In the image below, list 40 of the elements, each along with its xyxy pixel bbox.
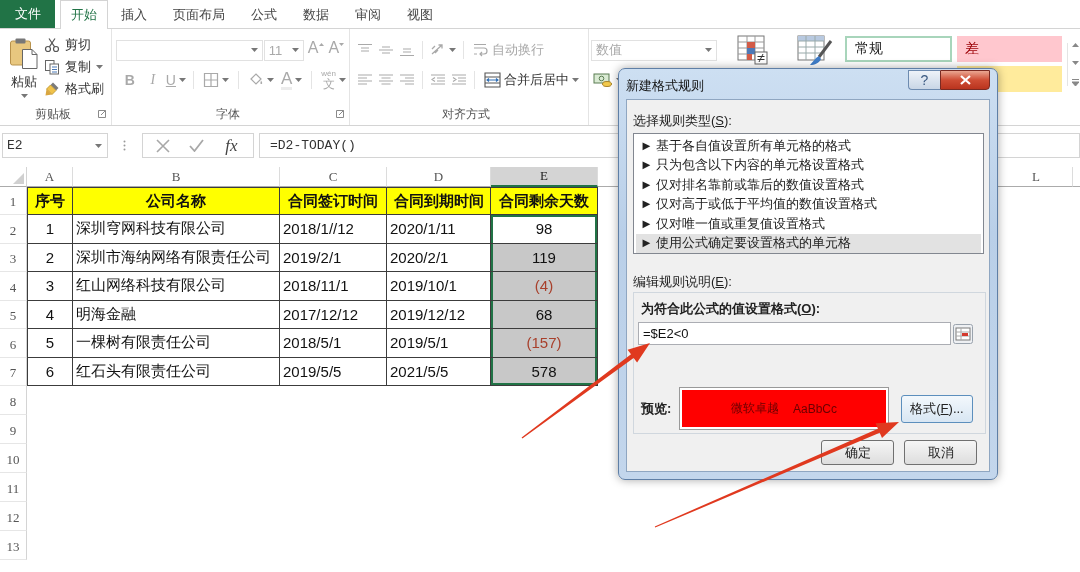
table-cell: 深圳市海纳网络有限责任公司 (73, 243, 280, 272)
table-cell: 4 (27, 300, 73, 329)
table-cell: 明海金融 (73, 300, 280, 329)
table-cell: 6 (27, 357, 73, 386)
header-cell: 公司名称 (73, 187, 280, 215)
table-cell: 3 (27, 272, 73, 301)
table-cell: 119 (491, 243, 598, 272)
header-cell: 合同到期时间 (387, 187, 491, 215)
preview-label: 预览: (641, 399, 673, 418)
table-cell: 98 (491, 215, 598, 244)
table-cell: 2019/2/1 (280, 243, 387, 272)
table-cell: 红石头有限责任公司 (73, 357, 280, 386)
table-cell: 578 (491, 357, 598, 386)
table-cell: 一棵树有限责任公司 (73, 329, 280, 358)
table-cell: 2018/5/1 (280, 329, 387, 358)
header-cell: 合同剩余天数 (491, 187, 598, 215)
table-cell: 1 (27, 215, 73, 244)
table-cell: 2 (27, 243, 73, 272)
section-label: 选择规则类型(S): (633, 112, 733, 129)
table-cell: 深圳穹网科技有限公司 (73, 215, 280, 244)
table-cell: (4) (491, 272, 598, 301)
table-cell: 2019/5/5 (280, 357, 387, 386)
table-cell: 红山网络科技有限公司 (73, 272, 280, 301)
section-label: 编辑规则说明(E): (633, 273, 733, 290)
table-cell: 68 (491, 300, 598, 329)
dialog-title: 新建格式规则 (626, 77, 705, 95)
table-cell: (157) (491, 329, 598, 358)
table-cell: 2020/1/11 (387, 215, 491, 244)
preview-text: AaBbCc (793, 401, 837, 416)
group-label: 字体 (215, 105, 240, 123)
group-label: 对齐方式 (442, 105, 491, 123)
group-label: 剪贴板 (34, 105, 71, 123)
table-cell: 2018/1//12 (280, 215, 387, 244)
header-cell: 合同签订时间 (280, 187, 387, 215)
formula-label: 为符合此公式的值设置格式(O): (640, 301, 822, 317)
preview-text: 微软卓越 (731, 400, 779, 417)
table-cell: 2017/12/12 (280, 300, 387, 329)
table-cell: 5 (27, 329, 73, 358)
header-cell: 序号 (27, 187, 73, 215)
table-cell: 2018/11/1 (280, 272, 387, 301)
